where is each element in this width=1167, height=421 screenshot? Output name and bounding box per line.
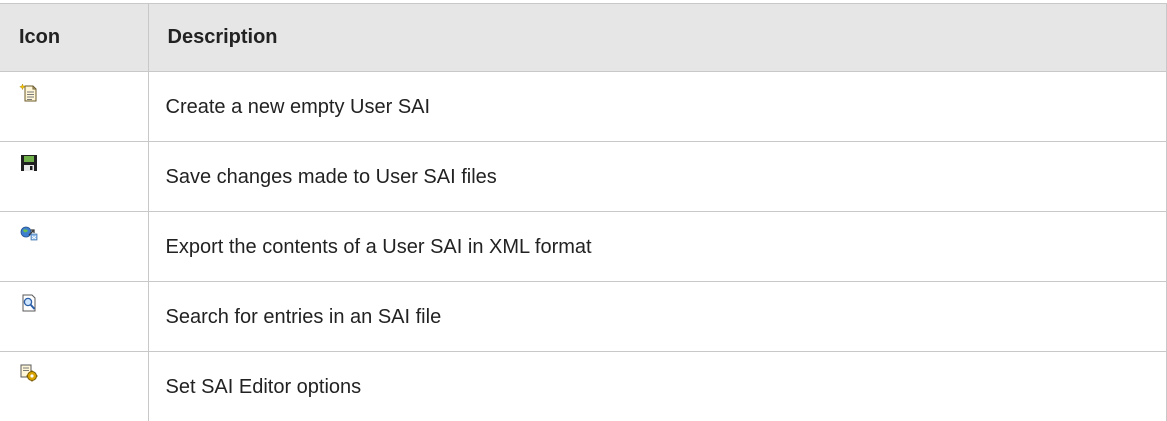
table-row: Export the contents of a User SAI in XML… [0, 212, 1166, 282]
table-row: Create a new empty User SAI [0, 72, 1166, 142]
column-header-description: Description [148, 4, 1166, 72]
icon-cell [0, 352, 148, 421]
description-cell: Set SAI Editor options [148, 352, 1166, 421]
description-cell: Save changes made to User SAI files [148, 142, 1166, 212]
table-row: Search for entries in an SAI file [0, 282, 1166, 352]
search-file-icon [19, 293, 39, 313]
table-row: Set SAI Editor options [0, 352, 1166, 421]
column-header-icon: Icon [0, 4, 148, 72]
editor-options-icon [19, 363, 39, 383]
icon-cell [0, 72, 148, 142]
description-cell: Create a new empty User SAI [148, 72, 1166, 142]
export-xml-icon [19, 223, 39, 243]
description-cell: Search for entries in an SAI file [148, 282, 1166, 352]
table-row: Save changes made to User SAI files [0, 142, 1166, 212]
icon-description-table: Icon Description Create a new empty User… [0, 3, 1167, 421]
icon-cell [0, 142, 148, 212]
header-row: Icon Description [0, 4, 1166, 72]
icon-cell [0, 212, 148, 282]
icon-cell [0, 282, 148, 352]
new-document-icon [19, 83, 39, 103]
description-cell: Export the contents of a User SAI in XML… [148, 212, 1166, 282]
save-disk-icon [19, 153, 39, 173]
